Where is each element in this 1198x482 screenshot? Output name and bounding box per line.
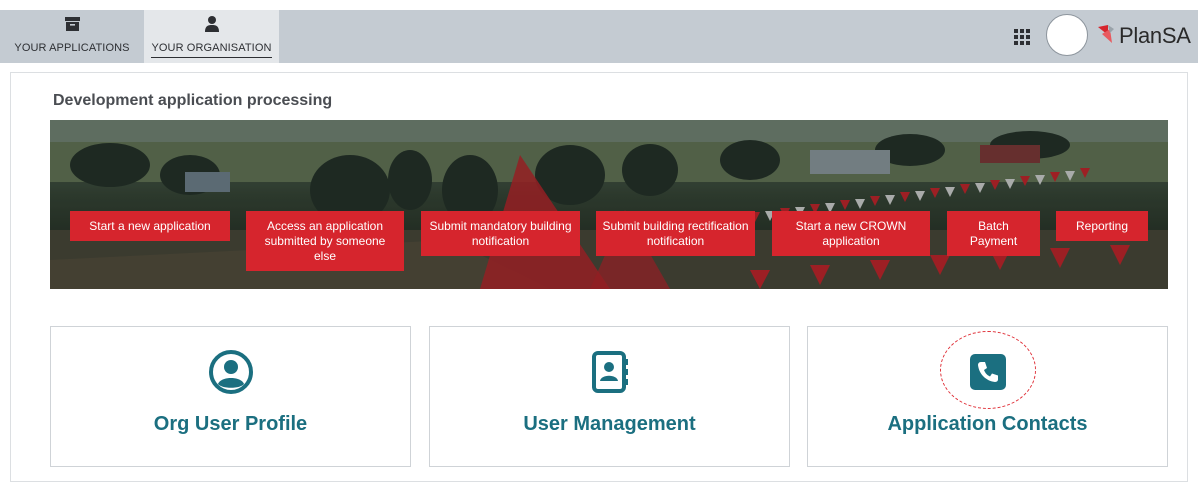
- banner-landscape: [50, 120, 1168, 289]
- access-application-button[interactable]: Access an application submitted by someo…: [246, 211, 404, 271]
- section-title: Development application processing: [53, 92, 333, 109]
- start-new-application-button[interactable]: Start a new application: [70, 211, 230, 241]
- tab-your-organisation[interactable]: YOUR ORGANISATION: [144, 10, 279, 63]
- user-avatar[interactable]: [1046, 14, 1088, 56]
- plansa-logo-icon: [1098, 24, 1114, 48]
- tab-label: YOUR APPLICATIONS: [14, 42, 130, 54]
- batch-payment-button[interactable]: Batch Payment: [947, 211, 1040, 256]
- card-title: Org User Profile: [153, 413, 308, 435]
- tab-your-applications[interactable]: YOUR APPLICATIONS: [0, 10, 144, 63]
- top-nav-bar: YOUR APPLICATIONS YOUR ORGANISATION Plan…: [0, 10, 1198, 63]
- logo-text: PlanSA: [1119, 23, 1191, 48]
- org-user-profile-card[interactable]: Org User Profile: [50, 326, 411, 467]
- address-book-icon: [588, 350, 632, 394]
- tab-label: YOUR ORGANISATION: [151, 42, 272, 58]
- highlight-annotation-ring: [940, 331, 1036, 409]
- person-icon: [204, 16, 219, 32]
- user-management-card[interactable]: User Management: [429, 326, 790, 467]
- apps-grid-icon[interactable]: [1014, 29, 1030, 45]
- start-crown-application-button[interactable]: Start a new CROWN application: [772, 211, 930, 256]
- card-title: Application Contacts: [887, 413, 1088, 435]
- plansa-logo: PlanSA: [1098, 23, 1191, 49]
- reporting-button[interactable]: Reporting: [1056, 211, 1148, 241]
- archive-box-icon: [64, 16, 80, 32]
- submit-mandatory-notification-button[interactable]: Submit mandatory building notification: [421, 211, 580, 256]
- banner-image: [50, 120, 1168, 289]
- user-circle-icon: [208, 350, 253, 394]
- card-title: User Management: [523, 413, 696, 435]
- submit-rectification-notification-button[interactable]: Submit building rectification notificati…: [596, 211, 755, 256]
